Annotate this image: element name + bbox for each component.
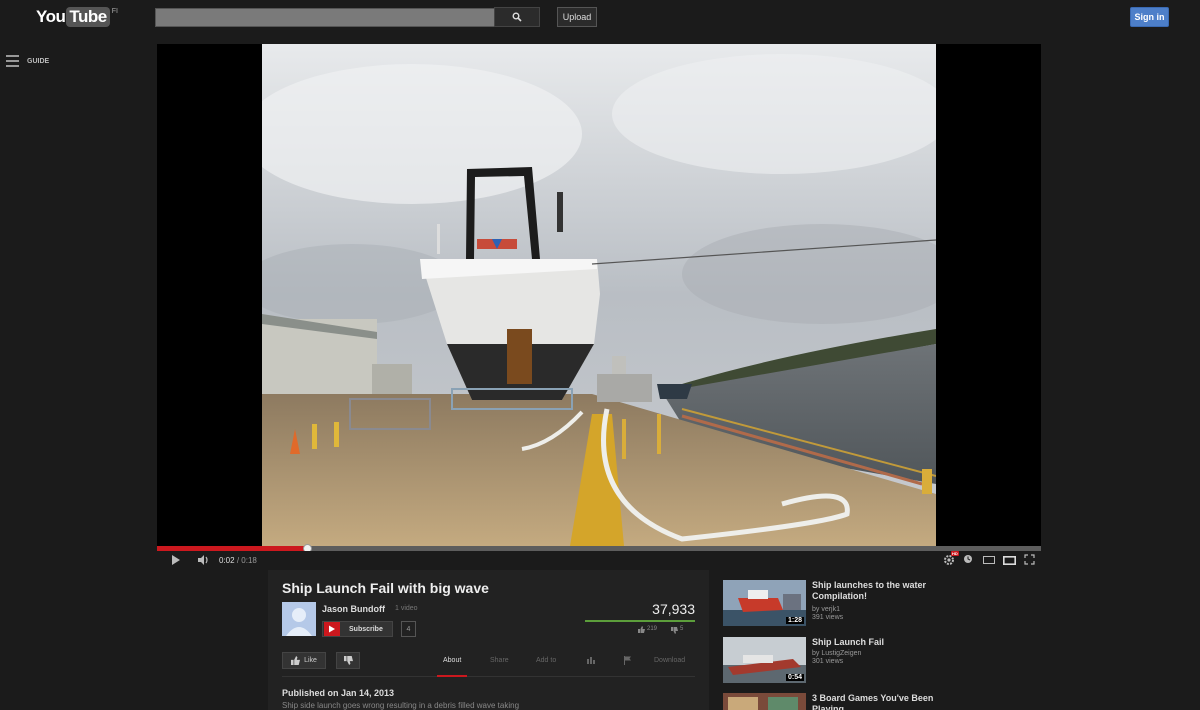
duration: 0:18 bbox=[241, 556, 257, 565]
related-video-item[interactable]: 3 Board Games You've Been Playing bbox=[723, 693, 943, 710]
dislike-button[interactable] bbox=[336, 652, 360, 669]
related-thumbnail[interactable]: 1:28 bbox=[723, 580, 806, 626]
sign-in-button[interactable]: Sign in bbox=[1130, 7, 1169, 27]
channel-name[interactable]: Jason Bundoff bbox=[322, 604, 385, 614]
like-label: Like bbox=[304, 657, 317, 664]
default-avatar-icon bbox=[282, 602, 316, 636]
thumbs-down-icon bbox=[343, 656, 353, 665]
video-description: Ship side launch goes wrong resulting in… bbox=[282, 701, 520, 710]
watch-info-panel: Ship Launch Fail with big wave Jason Bun… bbox=[268, 570, 709, 710]
tab-download[interactable]: Download bbox=[654, 657, 685, 664]
tab-add-to[interactable]: Add to bbox=[536, 657, 556, 664]
thumbnail-image-board-games bbox=[723, 693, 806, 710]
youtube-logo[interactable]: You Tube FI bbox=[36, 6, 118, 28]
active-tab-indicator bbox=[437, 675, 467, 677]
hamburger-menu-icon bbox=[6, 55, 19, 70]
search-input[interactable] bbox=[155, 8, 495, 27]
like-button[interactable]: Like bbox=[282, 652, 326, 669]
tab-share[interactable]: Share bbox=[490, 657, 509, 664]
like-ratio-bar bbox=[585, 620, 695, 622]
related-views: 301 views bbox=[812, 658, 844, 665]
fullscreen-icon[interactable] bbox=[1024, 554, 1035, 565]
thumbs-up-icon bbox=[291, 656, 301, 665]
related-channel: by verjk1 bbox=[812, 606, 841, 613]
subscribe-button[interactable]: Subscribe bbox=[322, 621, 393, 637]
video-player[interactable]: 0:02 / 0:18 HD bbox=[157, 44, 1041, 570]
time-display: 0:02 / 0:18 bbox=[219, 556, 257, 565]
published-date: Published on Jan 14, 2013 bbox=[282, 688, 395, 698]
tabs-divider bbox=[282, 676, 695, 677]
channel-video-count: 1 video bbox=[395, 605, 418, 612]
subscribe-label: Subscribe bbox=[349, 625, 383, 633]
watch-later-clock-icon[interactable] bbox=[963, 554, 973, 564]
related-thumbnail[interactable]: 0:54 bbox=[723, 637, 806, 683]
related-video-item[interactable]: 1:28 Ship launches to the water Compilat… bbox=[723, 580, 943, 626]
logo-you: You bbox=[36, 7, 66, 26]
view-count: 37,933 bbox=[652, 601, 695, 617]
likes-count: 219 bbox=[647, 626, 658, 632]
volume-icon[interactable] bbox=[197, 554, 211, 566]
guide-label: GUIDE bbox=[27, 57, 50, 65]
related-thumbnail[interactable] bbox=[723, 693, 806, 710]
hd-badge: HD bbox=[951, 551, 959, 556]
player-controls: 0:02 / 0:18 HD bbox=[157, 551, 1041, 570]
subscriber-count: 4 bbox=[401, 621, 416, 637]
video-duration: 1:28 bbox=[785, 617, 804, 624]
video-title: Ship Launch Fail with big wave bbox=[282, 580, 489, 596]
search-button[interactable] bbox=[494, 7, 540, 27]
large-player-icon[interactable] bbox=[1003, 556, 1016, 565]
play-icon[interactable] bbox=[171, 554, 181, 566]
video-duration: 0:54 bbox=[785, 674, 804, 681]
masthead: You Tube FI Upload Sign in bbox=[0, 0, 1200, 34]
thumbs-up-small-icon bbox=[638, 626, 645, 633]
youtube-play-icon bbox=[324, 622, 340, 636]
upload-button[interactable]: Upload bbox=[557, 7, 597, 27]
related-video-item[interactable]: 0:54 Ship Launch Fail by LustigZeigen 30… bbox=[723, 637, 943, 683]
related-title[interactable]: Ship launches to the water Compilation! bbox=[812, 580, 937, 602]
guide-button[interactable]: GUIDE bbox=[6, 55, 49, 70]
tab-about[interactable]: About bbox=[443, 657, 461, 664]
related-views: 391 views bbox=[812, 614, 844, 621]
report-flag-icon[interactable] bbox=[623, 656, 632, 665]
related-title[interactable]: 3 Board Games You've Been Playing bbox=[812, 693, 937, 710]
related-channel: by LustigZeigen bbox=[812, 650, 862, 657]
channel-avatar[interactable] bbox=[282, 602, 316, 636]
small-player-icon[interactable] bbox=[983, 556, 995, 564]
logo-tube: Tube bbox=[66, 7, 110, 27]
thumbs-down-small-icon bbox=[671, 627, 678, 634]
stats-bar-chart-icon[interactable] bbox=[586, 656, 596, 664]
current-time: 0:02 bbox=[219, 556, 235, 565]
logo-country-code: FI bbox=[111, 8, 118, 15]
search-icon bbox=[512, 12, 522, 22]
dislikes-count: 5 bbox=[680, 626, 684, 632]
video-frame-image bbox=[262, 44, 936, 546]
related-title[interactable]: Ship Launch Fail bbox=[812, 637, 937, 648]
video-frame[interactable] bbox=[262, 44, 936, 546]
